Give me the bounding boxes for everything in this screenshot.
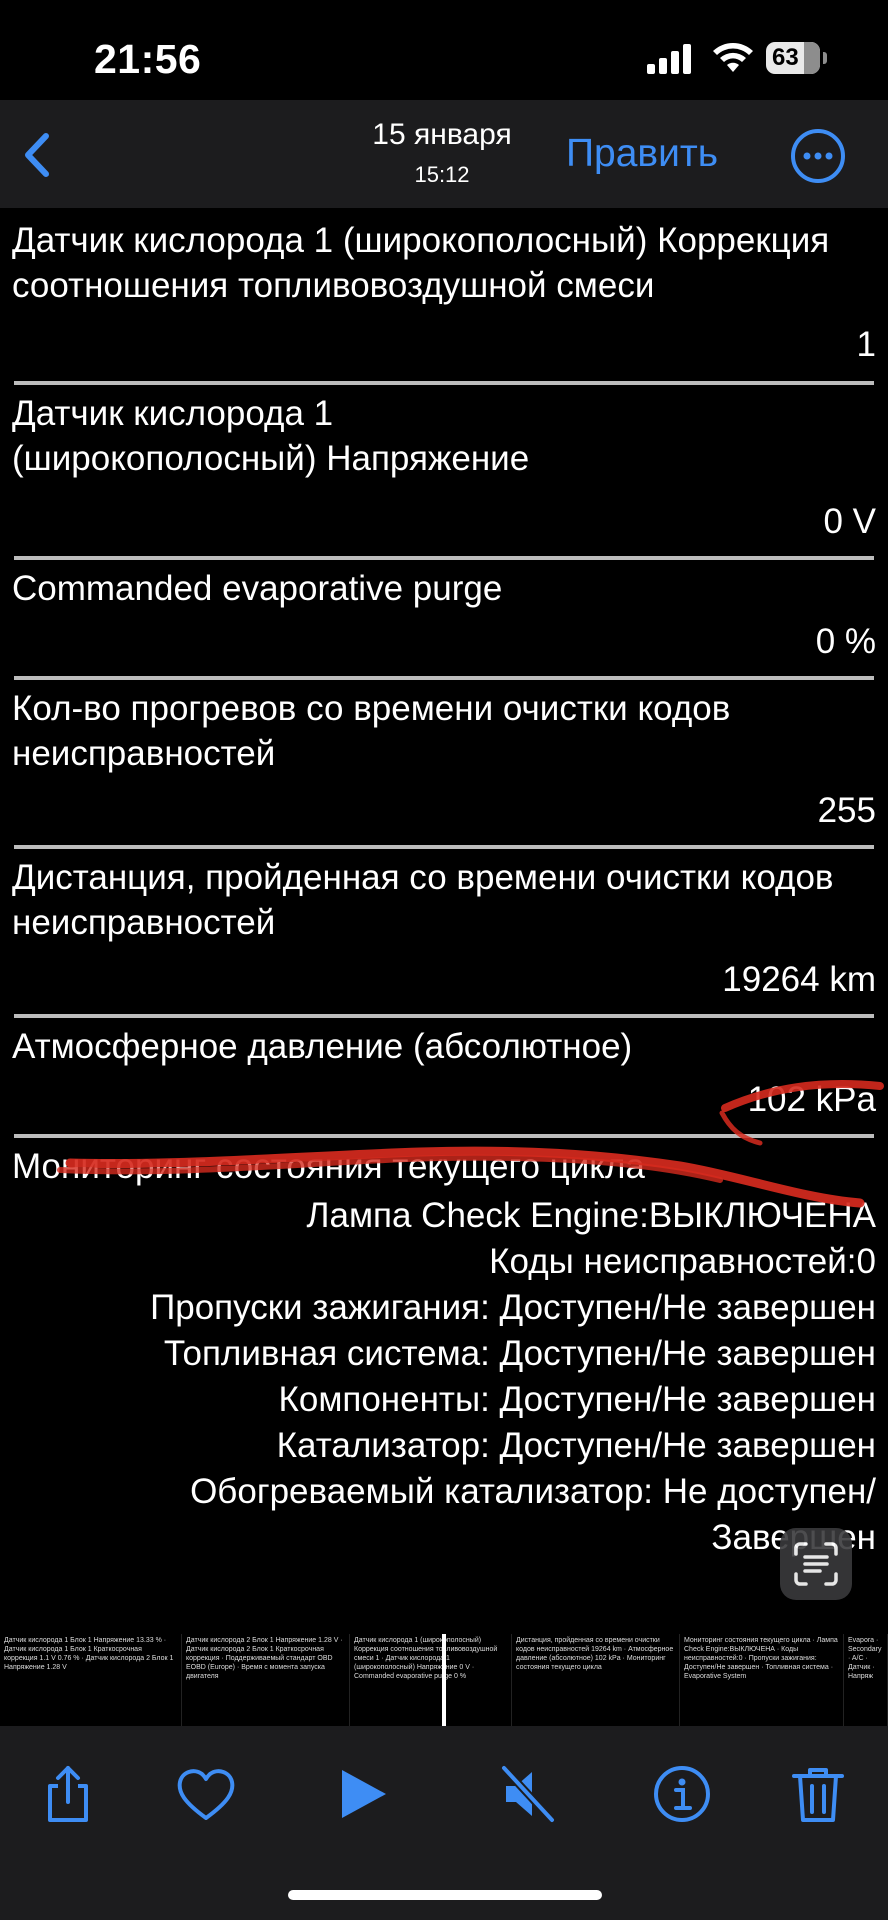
cellular-signal-icon <box>647 44 691 74</box>
divider <box>14 1014 874 1018</box>
share-icon[interactable] <box>36 1762 100 1826</box>
row-value: 102 kPa <box>747 1080 876 1119</box>
row-label: Commanded evaporative purge <box>12 569 503 608</box>
monitor-item: Обогреваемый катализатор: Не доступен/ <box>190 1472 876 1511</box>
thumbnail[interactable]: Мониторинг состояния текущего цикла · Ла… <box>680 1634 844 1726</box>
divider <box>14 381 874 385</box>
row-value: 255 <box>817 791 876 830</box>
home-indicator[interactable] <box>288 1890 602 1900</box>
monitor-item: Компоненты: Доступен/Не завершен <box>278 1380 876 1419</box>
monitor-item: Катализатор: Доступен/Не завершен <box>276 1426 876 1465</box>
row-label: Датчик кислорода 1 (широкополосный) Напр… <box>12 394 530 478</box>
monitor-section: Мониторинг состояния текущего цикла <box>0 1144 888 1189</box>
monitor-item: Коды неисправностей:0 <box>489 1242 876 1281</box>
status-time: 21:56 <box>94 36 202 82</box>
divider <box>14 556 874 560</box>
row-label: Дистанция, пройденная со времени очистки… <box>12 858 834 942</box>
monitor-item: Пропуски зажигания: Доступен/Не завершен <box>150 1288 876 1327</box>
mute-icon[interactable] <box>496 1762 560 1826</box>
thumbnail-current[interactable]: Датчик кислорода 1 (широкополосный) Корр… <box>350 1634 512 1726</box>
heart-icon[interactable] <box>174 1762 238 1826</box>
list-item: Кол-во прогревов со времени очистки кодо… <box>0 686 888 833</box>
play-icon[interactable] <box>330 1762 394 1826</box>
list-item: Атмосферное давление (абсолютное) 102 kP… <box>0 1024 888 1122</box>
text-scan-icon <box>794 1542 838 1586</box>
edit-button[interactable]: Править <box>566 132 718 176</box>
thumbnail-strip[interactable]: Датчик кислорода 1 Блок 1 Напряжение 13.… <box>0 1634 888 1726</box>
nav-bar: 15 января 15:12 Править <box>0 100 888 208</box>
monitor-list: Лампа Check Engine:ВЫКЛЮЧЕНА Коды неиспр… <box>0 1193 888 1561</box>
list-item: Датчик кислорода 1 (широкополосный) Корр… <box>0 218 888 367</box>
thumbnail[interactable]: Evapora · Secondary · A/C · Датчик · Нап… <box>844 1634 888 1726</box>
current-thumbnail-marker <box>442 1634 446 1726</box>
monitor-item: Завершен <box>0 1515 888 1561</box>
thumbnail[interactable]: Датчик кислорода 1 Блок 1 Напряжение 13.… <box>0 1634 182 1726</box>
row-value: 0 V <box>823 502 876 541</box>
list-item: Commanded evaporative purge 0 % <box>0 566 888 664</box>
thumbnail[interactable]: Дистанция, пройденная со времени очистки… <box>512 1634 680 1726</box>
list-item: Датчик кислорода 1 (широкополосный) Напр… <box>0 391 888 544</box>
monitor-title: Мониторинг состояния текущего цикла <box>12 1147 645 1186</box>
wifi-icon <box>713 43 753 72</box>
more-icon[interactable] <box>790 128 846 184</box>
row-value: 0 % <box>815 622 876 661</box>
row-label: Атмосферное давление (абсолютное) <box>12 1027 633 1066</box>
nav-time: 15:12 <box>414 162 470 187</box>
divider <box>14 845 874 849</box>
divider <box>14 1134 874 1138</box>
monitor-item: Топливная система: Доступен/Не завершен <box>163 1334 876 1373</box>
monitor-item: Лампа Check Engine:ВЫКЛЮЧЕНА <box>306 1196 876 1235</box>
photo-content: Датчик кислорода 1 (широкополосный) Корр… <box>0 208 888 1634</box>
text-scan-button[interactable] <box>780 1528 852 1600</box>
row-value: 1 <box>856 325 876 364</box>
battery-level: 63 <box>772 44 799 71</box>
row-label: Кол-во прогревов со времени очистки кодо… <box>12 689 731 773</box>
divider <box>14 676 874 680</box>
row-label: Датчик кислорода 1 (широкополосный) Корр… <box>12 221 830 305</box>
nav-date: 15 января <box>372 118 512 151</box>
row-value: 19264 km <box>722 960 876 999</box>
battery-icon: 63 <box>766 42 828 74</box>
thumbnail[interactable]: Датчик кислорода 2 Блок 1 Напряжение 1.2… <box>182 1634 350 1726</box>
list-item: Дистанция, пройденная со времени очистки… <box>0 855 888 1002</box>
info-icon[interactable] <box>650 1762 714 1826</box>
trash-icon[interactable] <box>786 1762 850 1826</box>
